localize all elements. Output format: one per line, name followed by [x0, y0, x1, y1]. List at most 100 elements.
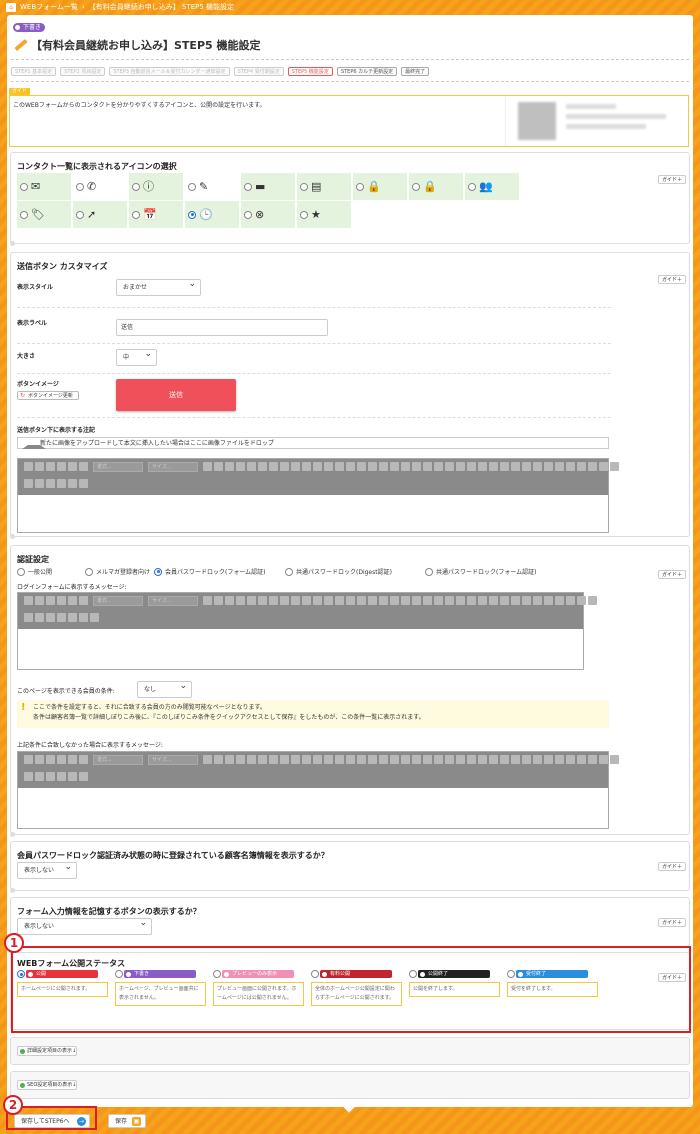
toolbar-button-icon[interactable]: [280, 462, 289, 471]
toolbar-button-icon[interactable]: [35, 772, 44, 781]
toolbar-button-icon[interactable]: [291, 462, 300, 471]
font-size-select[interactable]: サイズ...: [148, 462, 198, 472]
icon-option[interactable]: 🔒: [409, 173, 463, 200]
toolbar-button-icon[interactable]: [247, 596, 256, 605]
remember-select[interactable]: 表示しない: [17, 916, 152, 935]
toolbar-button-icon[interactable]: [434, 462, 443, 471]
toolbar-button-icon[interactable]: [489, 755, 498, 764]
toolbar-button-icon[interactable]: [379, 462, 388, 471]
size-select[interactable]: 中: [116, 347, 157, 366]
toolbar-button-icon[interactable]: [236, 462, 245, 471]
unmatched-message-editor[interactable]: 書式... サイズ...: [17, 751, 619, 829]
toolbar-button-icon[interactable]: [533, 462, 542, 471]
toolbar-button-icon[interactable]: [511, 462, 520, 471]
icon-option[interactable]: ✆: [73, 173, 127, 200]
icon-option[interactable]: ▤: [297, 173, 351, 200]
toolbar-button-icon[interactable]: [203, 462, 212, 471]
toolbar-button-icon[interactable]: [24, 755, 33, 764]
toolbar-button-icon[interactable]: [324, 755, 333, 764]
toolbar-button-icon[interactable]: [46, 479, 55, 488]
icon-radio[interactable]: [300, 182, 308, 191]
toolbar-button-icon[interactable]: [368, 596, 377, 605]
toolbar-button-icon[interactable]: [24, 462, 33, 471]
toolbar-button-icon[interactable]: [313, 755, 322, 764]
toolbar-button-icon[interactable]: [401, 596, 410, 605]
auth-option[interactable]: 一般公開: [17, 567, 52, 576]
toolbar-button-icon[interactable]: [346, 462, 355, 471]
guide-button[interactable]: ガイド＋: [658, 918, 686, 927]
toolbar-button-icon[interactable]: [79, 772, 88, 781]
icon-option[interactable]: 📅: [129, 201, 183, 228]
auth-option[interactable]: 共通パスワードロック(Digest認証): [285, 567, 392, 576]
toolbar-button-icon[interactable]: [456, 462, 465, 471]
toolbar-button-icon[interactable]: [24, 479, 33, 488]
seo-toggle[interactable]: SEO設定項目の表示↓: [17, 1080, 78, 1090]
format-select[interactable]: 書式...: [93, 462, 143, 472]
icon-option[interactable]: 👥: [465, 173, 519, 200]
toolbar-button-icon[interactable]: [599, 755, 608, 764]
toolbar-button-icon[interactable]: [478, 596, 487, 605]
toolbar-button-icon[interactable]: [445, 462, 454, 471]
format-select[interactable]: 書式...: [93, 596, 143, 606]
step-1[interactable]: STEP1 基本設定: [11, 67, 57, 76]
auth-option[interactable]: 共通パスワードロック(フォーム認証): [425, 567, 537, 576]
step-final[interactable]: 最終完了: [401, 67, 430, 76]
icon-option[interactable]: ⊗: [241, 201, 295, 228]
toolbar-button-icon[interactable]: [434, 596, 443, 605]
toolbar-button-icon[interactable]: [79, 613, 88, 622]
toolbar-button-icon[interactable]: [467, 755, 476, 764]
icon-option[interactable]: 🕒: [185, 201, 239, 228]
toolbar-button-icon[interactable]: [500, 596, 509, 605]
toolbar-button-icon[interactable]: [533, 755, 542, 764]
toolbar-button-icon[interactable]: [57, 462, 66, 471]
toolbar-button-icon[interactable]: [57, 596, 66, 605]
icon-radio[interactable]: [356, 182, 364, 191]
step-5[interactable]: STEP5 機能設定: [287, 67, 333, 76]
toolbar-button-icon[interactable]: [46, 613, 55, 622]
toolbar-button-icon[interactable]: [368, 462, 377, 471]
toolbar-button-icon[interactable]: [577, 755, 586, 764]
toolbar-button-icon[interactable]: [566, 596, 575, 605]
toolbar-button-icon[interactable]: [79, 755, 88, 764]
toolbar-button-icon[interactable]: [522, 596, 531, 605]
toolbar-button-icon[interactable]: [324, 596, 333, 605]
toolbar-button-icon[interactable]: [610, 462, 619, 471]
toolbar-button-icon[interactable]: [90, 613, 99, 622]
toolbar-button-icon[interactable]: [35, 462, 44, 471]
toolbar-button-icon[interactable]: [346, 596, 355, 605]
icon-option[interactable]: 🔒: [353, 173, 407, 200]
toolbar-button-icon[interactable]: [577, 596, 586, 605]
toolbar-button-icon[interactable]: [533, 596, 542, 605]
advanced-toggle[interactable]: 詳細設定項目の表示↓: [17, 1046, 78, 1056]
toolbar-button-icon[interactable]: [280, 596, 289, 605]
toolbar-button-icon[interactable]: [225, 755, 234, 764]
toolbar-button-icon[interactable]: [412, 462, 421, 471]
toolbar-button-icon[interactable]: [478, 755, 487, 764]
guide-button[interactable]: ガイド＋: [658, 570, 686, 579]
step-3[interactable]: STEP3 自動返信メール＆受付カレンダー通知設定: [109, 67, 230, 76]
toolbar-button-icon[interactable]: [390, 462, 399, 471]
save-button[interactable]: 保存 ▣: [108, 1114, 146, 1128]
step-6[interactable]: STEP6 カルテ更新設定: [336, 67, 398, 76]
toolbar-button-icon[interactable]: [511, 755, 520, 764]
toolbar-button-icon[interactable]: [324, 462, 333, 471]
icon-radio[interactable]: [132, 182, 140, 191]
toolbar-button-icon[interactable]: [225, 596, 234, 605]
home-icon[interactable]: ⌂: [6, 2, 16, 12]
toolbar-button-icon[interactable]: [445, 596, 454, 605]
icon-radio[interactable]: [20, 182, 28, 191]
toolbar-button-icon[interactable]: [313, 596, 322, 605]
toolbar-button-icon[interactable]: [357, 462, 366, 471]
icon-radio[interactable]: [76, 210, 84, 219]
toolbar-button-icon[interactable]: [24, 772, 33, 781]
auth-option[interactable]: 会員パスワードロック(フォーム認証): [154, 567, 266, 576]
toolbar-button-icon[interactable]: [489, 596, 498, 605]
member-info-select[interactable]: 表示しない: [17, 860, 77, 879]
toolbar-button-icon[interactable]: [24, 596, 33, 605]
icon-option[interactable]: ➚: [73, 201, 127, 228]
icon-radio[interactable]: [20, 210, 28, 219]
toolbar-button-icon[interactable]: [522, 462, 531, 471]
toolbar-button-icon[interactable]: [35, 755, 44, 764]
toolbar-button-icon[interactable]: [368, 755, 377, 764]
toolbar-button-icon[interactable]: [412, 755, 421, 764]
